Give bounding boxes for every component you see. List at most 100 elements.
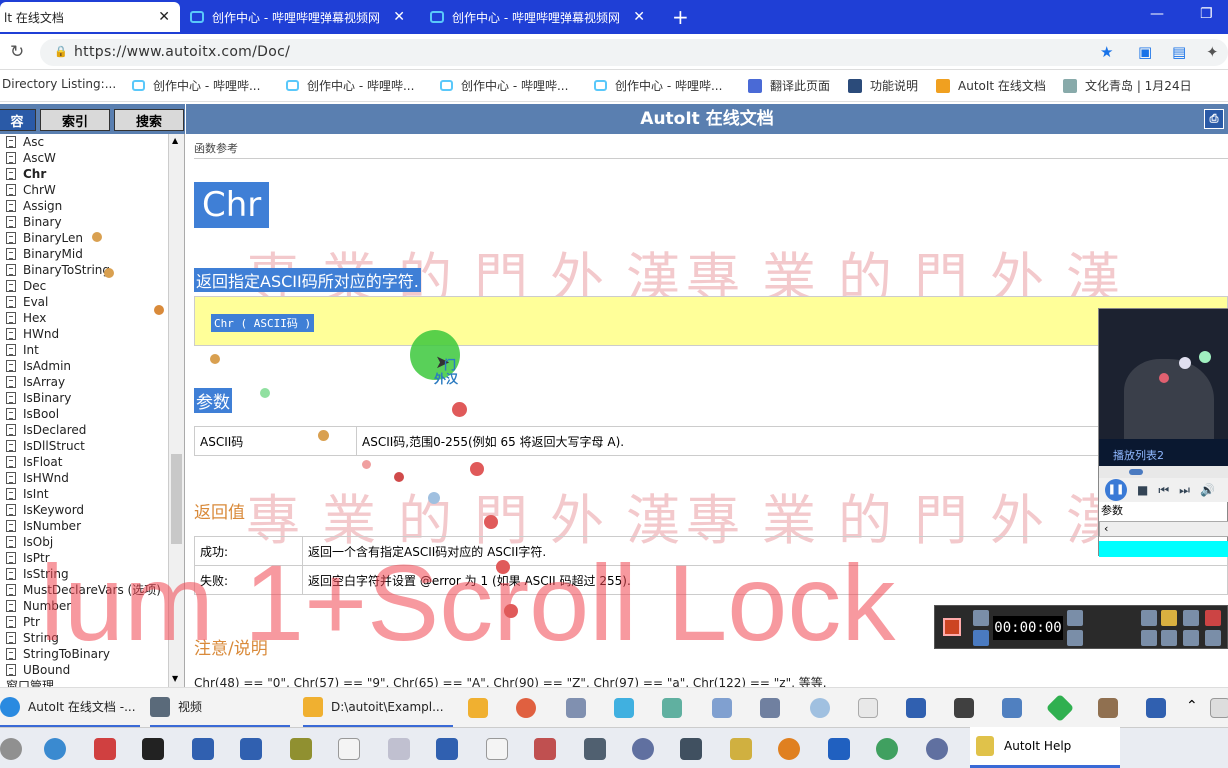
app-icon[interactable]: [662, 698, 682, 718]
tree-item[interactable]: Chr: [0, 166, 168, 182]
music-icon[interactable]: [954, 698, 974, 718]
bookmark-creator-4[interactable]: 创作中心 - 哔哩哔...: [594, 77, 722, 94]
pause-button[interactable]: ❚❚: [1105, 479, 1127, 501]
tab-search[interactable]: 搜索: [114, 109, 184, 131]
new-tab-button[interactable]: +: [672, 5, 689, 29]
bookmark-autoit[interactable]: AutoIt 在线文档: [936, 77, 1046, 94]
tree-folder[interactable]: 窗口管理: [0, 678, 168, 687]
close-icon[interactable]: [1205, 610, 1221, 626]
magnifier-icon[interactable]: [778, 738, 800, 760]
print-icon[interactable]: ⎙: [1204, 109, 1224, 129]
tab-autoit-docs[interactable]: lt 在线文档 ✕: [0, 2, 180, 32]
tab-contents[interactable]: 容: [0, 109, 36, 131]
tree-item[interactable]: IsBinary: [0, 390, 168, 406]
scroll-thumb[interactable]: [171, 454, 182, 544]
app-icon[interactable]: [760, 698, 780, 718]
tab-creator-center-1[interactable]: 创作中心 - 哔哩哔哩弹幕视频网 ✕: [190, 2, 415, 32]
document-icon[interactable]: [338, 738, 360, 760]
screen-icon[interactable]: [1205, 630, 1221, 646]
diamond-icon[interactable]: [1045, 693, 1075, 723]
tree-item[interactable]: BinaryToString: [0, 262, 168, 278]
app-icon[interactable]: [712, 698, 732, 718]
pause-icon[interactable]: [973, 630, 989, 646]
record-button[interactable]: [943, 618, 961, 636]
next-icon[interactable]: ⏭: [1179, 483, 1190, 498]
record-icon[interactable]: [516, 698, 536, 718]
7zip-icon[interactable]: [142, 738, 164, 760]
close-icon[interactable]: ✕: [158, 9, 170, 25]
tree-item[interactable]: ChrW: [0, 182, 168, 198]
bookmark-creator-1[interactable]: 创作中心 - 哔哩哔...: [132, 77, 260, 94]
taskbar-autoit-docs[interactable]: AutoIt 在线文档 -...: [0, 688, 140, 728]
window-icon[interactable]: [240, 738, 262, 760]
region-icon[interactable]: [1141, 630, 1157, 646]
tree-item[interactable]: Int: [0, 342, 168, 358]
folder-icon[interactable]: [468, 698, 488, 718]
tree-item[interactable]: IsHWnd: [0, 470, 168, 486]
bookmark-directory-listing[interactable]: Directory Listing:...: [2, 77, 116, 91]
seek-thumb[interactable]: [1129, 469, 1143, 475]
tree-item[interactable]: IsInt: [0, 486, 168, 502]
search-icon[interactable]: [0, 738, 22, 760]
app-icon[interactable]: [632, 738, 654, 760]
extensions-icon[interactable]: ✦: [1206, 43, 1219, 61]
close-icon[interactable]: ✕: [393, 9, 405, 25]
window-icon[interactable]: [192, 738, 214, 760]
taskbar-video[interactable]: 视频: [150, 688, 290, 728]
tree-item[interactable]: IsArray: [0, 374, 168, 390]
globe-icon[interactable]: [44, 738, 66, 760]
book-icon[interactable]: [436, 738, 458, 760]
bookmark-creator-2[interactable]: 创作中心 - 哔哩哔...: [286, 77, 414, 94]
window-icon[interactable]: [906, 698, 926, 718]
tree-item[interactable]: Hex: [0, 310, 168, 326]
chevron-up-icon[interactable]: ⌃: [1186, 698, 1198, 714]
tree-item[interactable]: IsAdmin: [0, 358, 168, 374]
speaker-icon[interactable]: [1067, 610, 1083, 626]
maximize-icon[interactable]: ❐: [1200, 6, 1213, 22]
playlist-label[interactable]: 播放列表2: [1099, 439, 1228, 466]
previous-icon[interactable]: ⏮: [1158, 483, 1169, 498]
app-icon[interactable]: [680, 738, 702, 760]
bilibili-icon[interactable]: [614, 698, 634, 718]
tree-item[interactable]: HWnd: [0, 326, 168, 342]
scroll-down-icon[interactable]: ▼: [172, 674, 178, 683]
reload-icon[interactable]: ↻: [10, 42, 24, 62]
omnibox[interactable]: 🔒 https://www.autoitx.com/Doc/ ★ ▣ ▤ ✦: [40, 39, 1228, 66]
webcam-icon[interactable]: [1141, 610, 1157, 626]
url-text[interactable]: https://www.autoitx.com/Doc/: [74, 44, 290, 60]
window-icon[interactable]: [1183, 630, 1199, 646]
tree-item[interactable]: Binary: [0, 214, 168, 230]
tab-index[interactable]: 索引: [40, 109, 110, 131]
volume-icon[interactable]: 🔊: [1200, 483, 1215, 497]
tree-item[interactable]: IsNumber: [0, 518, 168, 534]
tree-item[interactable]: IsFloat: [0, 454, 168, 470]
gear-icon[interactable]: [1183, 610, 1199, 626]
app-icon[interactable]: [534, 738, 556, 760]
app-icon[interactable]: [290, 738, 312, 760]
gear-icon[interactable]: [810, 698, 830, 718]
translate-ext-icon[interactable]: ▤: [1172, 43, 1186, 61]
tree-item[interactable]: BinaryLen: [0, 230, 168, 246]
lock-icon[interactable]: 🔒: [54, 45, 68, 58]
fullscreen-icon[interactable]: [1161, 630, 1177, 646]
seek-bar[interactable]: [1099, 466, 1228, 478]
document-icon[interactable]: [858, 698, 878, 718]
tree-item[interactable]: Asc: [0, 134, 168, 150]
bookmark-translate[interactable]: 翻译此页面: [748, 77, 830, 94]
tree-item[interactable]: IsKeyword: [0, 502, 168, 518]
scroll-up-icon[interactable]: ▲: [172, 136, 178, 145]
folder-icon[interactable]: [1161, 610, 1177, 626]
tree-item[interactable]: AscW: [0, 150, 168, 166]
taskbar-autoit-help[interactable]: AutoIt Help: [970, 727, 1120, 768]
bookmark-culture[interactable]: 文化青岛 | 1月24日: [1063, 77, 1192, 94]
app-icon[interactable]: [1002, 698, 1022, 718]
translate-icon[interactable]: ▣: [1138, 43, 1152, 61]
tab-creator-center-2[interactable]: 创作中心 - 哔哩哔哩弹幕视频网 ✕: [430, 2, 655, 32]
tree-item[interactable]: BinaryMid: [0, 246, 168, 262]
close-icon[interactable]: ✕: [633, 9, 645, 25]
tray-icon[interactable]: [1210, 698, 1228, 718]
window-icon[interactable]: [1146, 698, 1166, 718]
calendar-icon[interactable]: [388, 738, 410, 760]
globe-icon[interactable]: [876, 738, 898, 760]
app-icon[interactable]: [94, 738, 116, 760]
